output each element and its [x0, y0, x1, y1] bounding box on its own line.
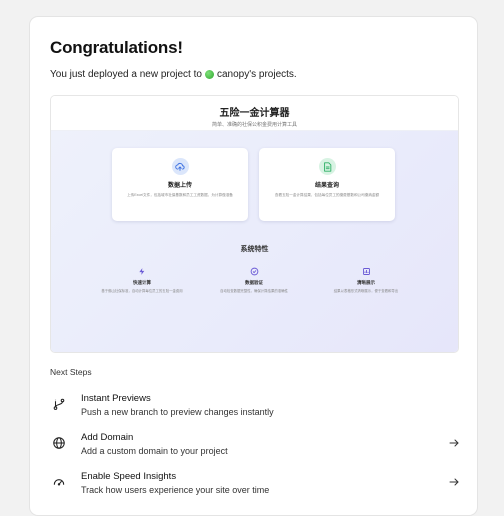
- feature-desc: 上传Excel文件，包括城市社保基数和员工工资数据，为计算做准备: [126, 193, 234, 198]
- preview-subtitle: 简单、准确的社保公积金费用计算工具: [51, 121, 458, 128]
- trait-validate: 数据验证 自动检查数据完整性，确保计算结果的准确性: [199, 266, 309, 294]
- trait-title: 数据验证: [199, 280, 309, 286]
- globe-icon: [50, 434, 68, 452]
- deploy-subtitle: You just deployed a new project to canop…: [50, 69, 297, 80]
- trait-desc: 自动检查数据完整性，确保计算结果的准确性: [199, 289, 309, 294]
- chart-icon: [311, 266, 421, 276]
- trait-title: 清晰展示: [311, 280, 421, 286]
- arrow-right-icon[interactable]: [448, 476, 460, 488]
- feature-card-upload: 数据上传 上传Excel文件，包括城市社保基数和员工工资数据，为计算做准备: [112, 148, 248, 221]
- feature-title: 结果查询: [259, 180, 395, 189]
- step-title: Enable Speed Insights: [81, 471, 176, 482]
- trait-title: 快速计算: [87, 280, 197, 286]
- step-desc: Add a custom domain to your project: [81, 446, 228, 456]
- step-speed-insights[interactable]: Enable Speed Insights Track how users ex…: [50, 471, 460, 501]
- subtitle-prefix: You just deployed a new project to: [50, 69, 202, 80]
- project-avatar-icon: [205, 70, 214, 79]
- feature-card-results: 结果查询 查看五险一金计算结果，包括每位员工的缴费基数和公司缴纳金额: [259, 148, 395, 221]
- trait-display: 清晰展示 结果以表格形式清晰展示，便于查看和导出: [311, 266, 421, 294]
- branch-icon: [50, 395, 68, 413]
- file-document-icon: [319, 158, 336, 175]
- step-title: Instant Previews: [81, 393, 151, 404]
- upload-cloud-icon: [172, 158, 189, 175]
- step-desc: Push a new branch to preview changes ins…: [81, 407, 274, 417]
- preview-body: 数据上传 上传Excel文件，包括城市社保基数和员工工资数据，为计算做准备 结果…: [51, 131, 458, 352]
- deployment-card: Congratulations! You just deployed a new…: [29, 16, 478, 516]
- check-circle-icon: [199, 266, 309, 276]
- feature-desc: 查看五险一金计算结果，包括每位员工的缴费基数和公司缴纳金额: [273, 193, 381, 198]
- page-title: Congratulations!: [50, 38, 183, 58]
- trait-fast: 快速计算 基于佛山社保标准，自动计算每位员工的五险一金费用: [87, 266, 197, 294]
- preview-title: 五险一金计算器: [51, 96, 458, 119]
- feature-title: 数据上传: [112, 180, 248, 189]
- speed-gauge-icon: [50, 473, 68, 491]
- project-owner-link[interactable]: canopy's projects.: [217, 69, 297, 80]
- next-steps-label: Next Steps: [50, 367, 92, 377]
- step-instant-previews[interactable]: Instant Previews Push a new branch to pr…: [50, 393, 460, 423]
- step-add-domain[interactable]: Add Domain Add a custom domain to your p…: [50, 432, 460, 462]
- trait-desc: 结果以表格形式清晰展示，便于查看和导出: [311, 289, 421, 294]
- arrow-right-icon[interactable]: [448, 437, 460, 449]
- lightning-icon: [87, 266, 197, 276]
- deployment-preview[interactable]: 五险一金计算器 简单、准确的社保公积金费用计算工具 数据上传 上传Excel文件…: [50, 95, 459, 353]
- step-title: Add Domain: [81, 432, 133, 443]
- step-desc: Track how users experience your site ove…: [81, 485, 269, 495]
- section-title: 系统特性: [51, 244, 458, 254]
- preview-header: 五险一金计算器 简单、准确的社保公积金费用计算工具: [51, 96, 458, 131]
- trait-desc: 基于佛山社保标准，自动计算每位员工的五险一金费用: [87, 289, 197, 294]
